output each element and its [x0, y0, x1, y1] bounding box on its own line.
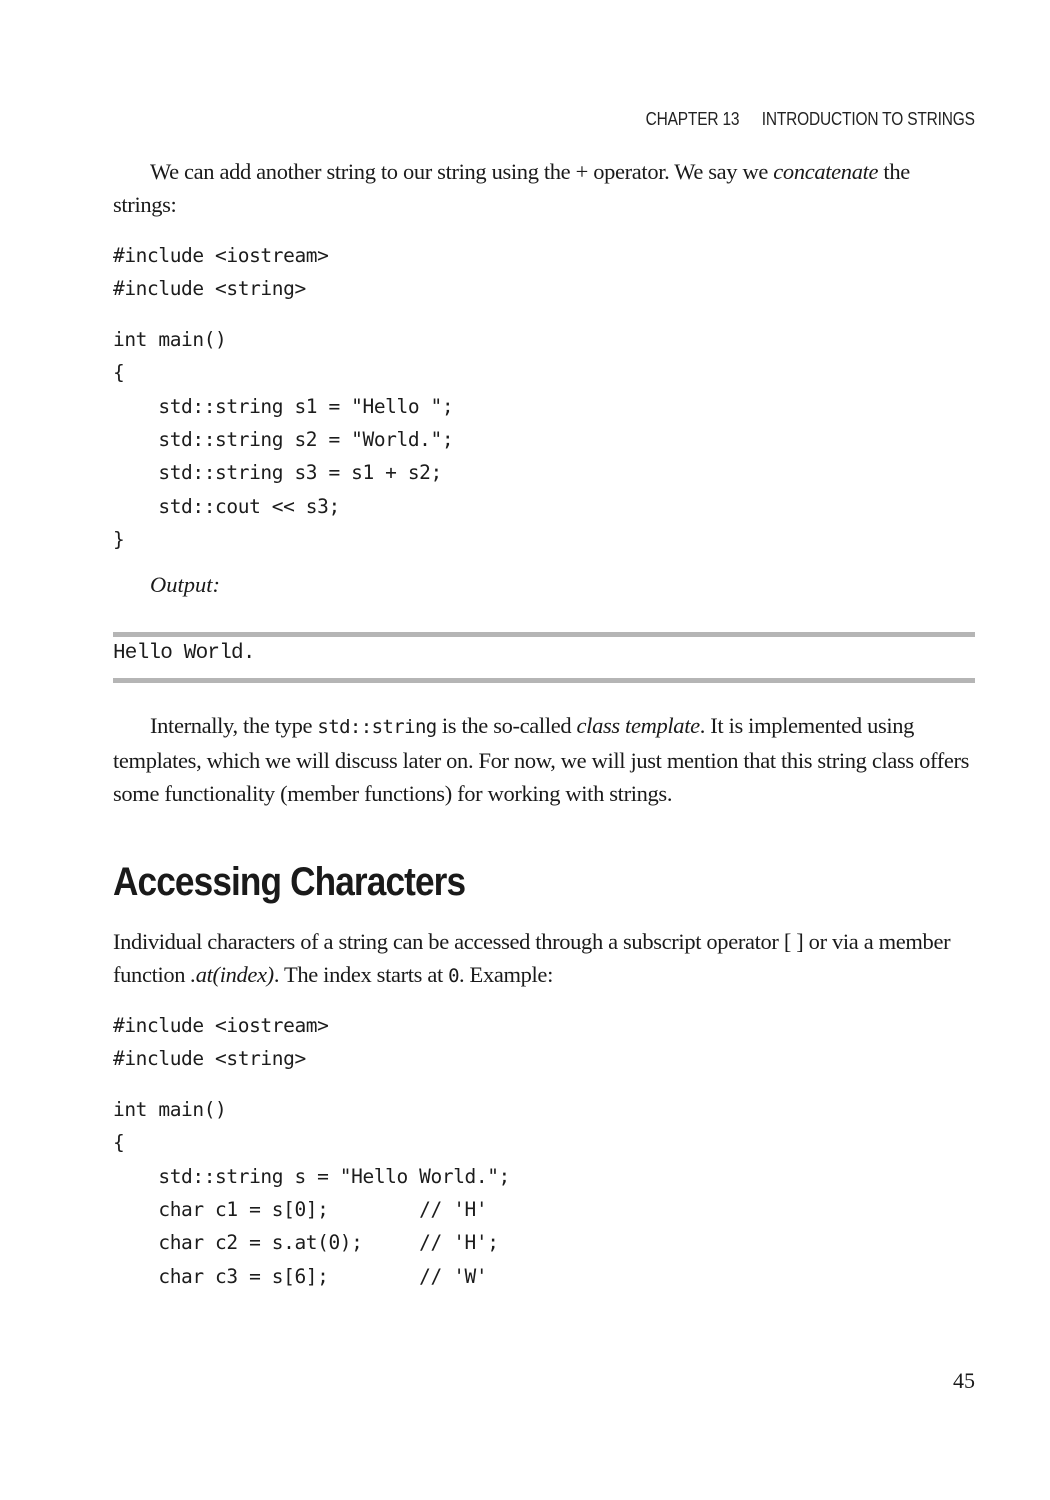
code-line: std::cout << s3;: [113, 494, 340, 518]
explanation-paragraph: Internally, the type std::string is the …: [113, 713, 970, 806]
code-line: std::string s = "Hello World.";: [113, 1164, 510, 1188]
section-heading: Accessing Characters: [113, 860, 466, 904]
output-label: Output:: [150, 572, 220, 597]
code-line: #include <string>: [113, 277, 306, 301]
code-line: #include <iostream>: [113, 244, 329, 267]
class-template-emphasis: class template: [576, 713, 701, 738]
page-number: 45: [953, 1368, 975, 1393]
output-top-rule: [113, 632, 975, 637]
chapter-number: CHAPTER 13: [645, 109, 740, 129]
output-bottom-rule: [113, 678, 975, 683]
code-line: #include <string>: [113, 1047, 306, 1071]
inline-code-zero: 0: [448, 965, 459, 987]
code-block-access: #include <iostream> #include <string> int …: [113, 1009, 510, 1293]
output-text: Hello World.: [113, 642, 255, 665]
code-line: std::string s3 = s1 + s2;: [113, 461, 442, 485]
code-line: char c2 = s.at(0); // 'H';: [113, 1231, 499, 1255]
code-line: std::string s2 = "World.";: [113, 427, 454, 451]
code-line: char c1 = s[0]; // 'H': [113, 1197, 488, 1221]
code-line: int main(): [113, 327, 227, 351]
code-line: char c3 = s[6]; // 'W': [113, 1264, 488, 1288]
code-line: {: [113, 1131, 125, 1155]
access-paragraph: Individual characters of a string can be…: [113, 929, 951, 987]
code-line: #include <iostream>: [113, 1014, 329, 1037]
code-line: {: [113, 361, 125, 385]
code-line: std::string s1 = "Hello ";: [113, 394, 454, 418]
running-header: CHAPTER 13 INTRODUCTION TO STRINGS: [646, 109, 975, 130]
concatenate-emphasis: concatenate: [773, 159, 879, 184]
code-block-concatenation: #include <iostream> #include <string> int …: [113, 239, 454, 557]
inline-code-std-string: std::string: [317, 716, 437, 738]
code-line: int main(): [113, 1097, 227, 1121]
code-line: }: [113, 528, 125, 552]
at-index-emphasis: .at(index): [190, 962, 274, 987]
chapter-title: INTRODUCTION TO STRINGS: [761, 109, 975, 129]
intro-paragraph: We can add another string to our string …: [113, 159, 910, 217]
